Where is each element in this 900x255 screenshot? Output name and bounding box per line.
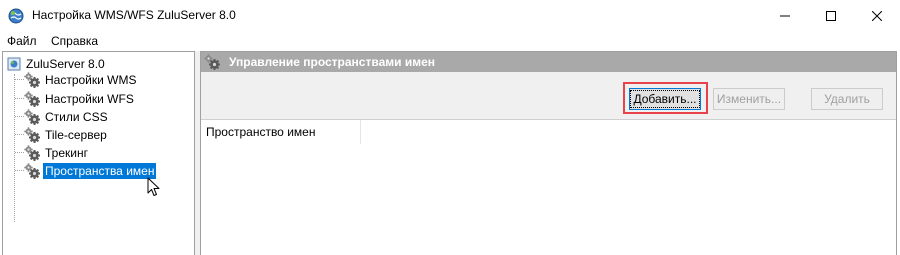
add-button[interactable]: Добавить... bbox=[629, 88, 701, 110]
gear-icon bbox=[24, 71, 40, 88]
tree-item-namespaces[interactable]: Пространства имен bbox=[15, 162, 157, 179]
mouse-pointer-icon bbox=[147, 177, 160, 196]
tree-item-wfs[interactable]: Настройки WFS bbox=[15, 90, 136, 107]
menu-help[interactable]: Справка bbox=[51, 34, 98, 48]
close-button[interactable] bbox=[854, 0, 900, 31]
tree-item-tile-server[interactable]: Tile-сервер bbox=[15, 126, 109, 143]
maximize-icon bbox=[826, 10, 836, 21]
menu-bar: Файл Справка bbox=[0, 31, 900, 51]
panel-title: Управление пространствами имен bbox=[229, 55, 436, 69]
navigation-tree: ZuluServer 8.0 Настройки WMS Настройки W… bbox=[2, 51, 195, 255]
minimize-icon bbox=[780, 15, 790, 16]
tree-item-label: Трекинг bbox=[45, 145, 88, 160]
globe-app-icon bbox=[8, 8, 24, 24]
minimize-button[interactable] bbox=[762, 0, 808, 31]
tree-item-label: Tile-сервер bbox=[45, 127, 107, 142]
menu-file[interactable]: Файл bbox=[7, 34, 37, 48]
gear-icon bbox=[24, 108, 40, 125]
maximize-button[interactable] bbox=[808, 0, 854, 31]
tree-item-tracking[interactable]: Трекинг bbox=[15, 144, 90, 161]
gear-icon bbox=[24, 126, 40, 143]
gear-icon bbox=[204, 54, 220, 70]
server-icon bbox=[7, 57, 21, 71]
panel-header: Управление пространствами имен bbox=[201, 52, 896, 72]
namespaces-list[interactable]: Пространство имен bbox=[201, 120, 896, 255]
tree-item-wms[interactable]: Настройки WMS bbox=[15, 71, 139, 88]
namespaces-panel: Управление пространствами имен Добавить.… bbox=[200, 51, 897, 255]
column-header-namespace[interactable]: Пространство имен bbox=[201, 120, 361, 144]
tree-root-zuluserver[interactable]: ZuluServer 8.0 bbox=[7, 56, 105, 72]
tree-item-css-styles[interactable]: Стили CSS bbox=[15, 108, 110, 125]
delete-button[interactable]: Удалить bbox=[811, 88, 883, 110]
tree-item-label: Стили CSS bbox=[45, 109, 108, 124]
tree-item-label: Пространства имен bbox=[43, 162, 157, 179]
add-button-label: Добавить... bbox=[630, 90, 700, 108]
button-toolbar: Добавить... Изменить... Удалить bbox=[201, 72, 896, 120]
gear-icon bbox=[24, 90, 40, 107]
edit-button[interactable]: Изменить... bbox=[713, 88, 785, 110]
tree-root-label: ZuluServer 8.0 bbox=[26, 57, 105, 71]
window-title: Настройка WMS/WFS ZuluServer 8.0 bbox=[32, 8, 236, 22]
close-icon bbox=[872, 10, 882, 21]
gear-icon bbox=[24, 144, 40, 161]
title-bar: Настройка WMS/WFS ZuluServer 8.0 bbox=[0, 0, 900, 31]
tree-item-label: Настройки WMS bbox=[45, 72, 137, 87]
tree-item-label: Настройки WFS bbox=[45, 91, 134, 106]
column-header-label: Пространство имен bbox=[206, 125, 316, 139]
gear-icon bbox=[24, 162, 40, 179]
